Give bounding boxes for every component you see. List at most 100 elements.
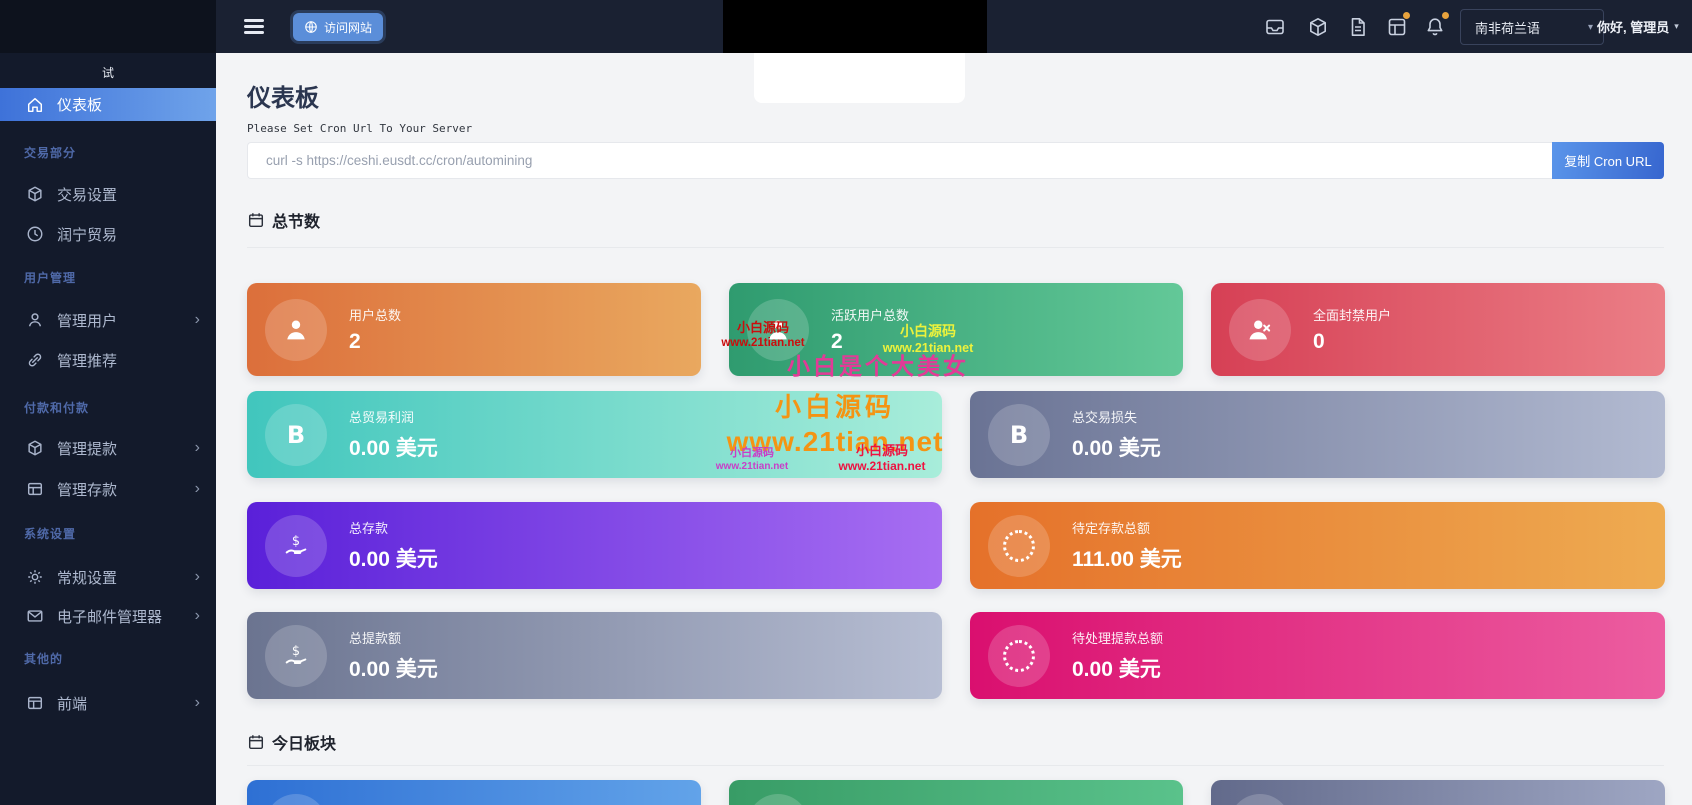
admin-dashboard: 试 仪表板 交易部分 交易设置 润宁贸易 用户管理 管理用户 — [0, 0, 1692, 805]
language-selector[interactable]: 南非荷兰语 ▾ — [1460, 9, 1604, 45]
stat-value: 2 — [831, 330, 909, 354]
stat-card-today-1 — [247, 780, 701, 805]
stats-row-4: $ 总提款额 0.00 美元 待处理提款总额 0.00 美元 — [247, 612, 1665, 699]
chevron-right-icon: › — [195, 440, 200, 456]
stat-value: 2 — [349, 330, 401, 354]
stat-value: 0.00 美元 — [349, 432, 438, 462]
cube-icon — [26, 185, 44, 203]
stat-label: 总交易损失 — [1072, 407, 1161, 426]
sidebar-item-label: 常规设置 — [57, 567, 117, 588]
sidebar-section-users: 用户管理 — [24, 262, 76, 292]
svg-text:$: $ — [292, 643, 300, 658]
table-icon[interactable] — [1386, 16, 1408, 38]
stat-label: 待定存款总额 — [1072, 518, 1182, 537]
sidebar-item-label: 润宁贸易 — [57, 224, 117, 245]
sidebar-item-label: 前端 — [57, 693, 87, 714]
calendar-icon — [247, 733, 265, 751]
stat-icon-circle — [747, 794, 809, 805]
clock-icon — [26, 225, 44, 243]
stat-label: 总提款额 — [349, 628, 438, 647]
hand-dollar-icon: $ — [265, 515, 327, 577]
stat-label: 总贸易利润 — [349, 407, 438, 426]
sidebar-item-manage-referral[interactable]: 管理推荐 — [0, 345, 216, 375]
stats-row-3: $ 总存款 0.00 美元 待定存款总额 111.00 美元 — [247, 502, 1665, 589]
stat-card-banned-users: 全面封禁用户 0 — [1211, 283, 1665, 376]
sidebar-item-email-manager[interactable]: 电子邮件管理器 › — [0, 601, 216, 631]
document-icon[interactable] — [1347, 16, 1369, 38]
chevron-right-icon: › — [195, 695, 200, 711]
mail-icon — [26, 607, 44, 625]
user-icon — [26, 311, 44, 329]
sidebar-item-frontend[interactable]: 前端 › — [0, 688, 216, 718]
sidebar-item-label: 管理推荐 — [57, 350, 117, 371]
sidebar-item-runing-trade[interactable]: 润宁贸易 — [0, 219, 216, 249]
sidebar-item-label: 管理用户 — [57, 310, 117, 331]
stat-card-total-withdraw: $ 总提款额 0.00 美元 — [247, 612, 942, 699]
stats-row-1: 用户总数 2 活跃用户总数 2 全面封禁用户 0 — [247, 283, 1665, 376]
user-menu[interactable]: 你好, 管理员 ▾ — [1597, 17, 1679, 36]
sidebar-section-payments: 付款和付款 — [24, 392, 89, 422]
sidebar-item-label: 管理提款 — [57, 438, 117, 459]
link-icon — [26, 351, 44, 369]
sidebar-item-trade-settings[interactable]: 交易设置 — [0, 179, 216, 209]
user-x-icon — [1229, 299, 1291, 361]
redacted-logo-block — [723, 0, 987, 53]
stat-icon-circle — [1229, 794, 1291, 805]
divider — [247, 247, 1664, 248]
stat-value: 0 — [1313, 330, 1391, 354]
sidebar-item-label: 交易设置 — [57, 184, 117, 205]
section-header-totals: 总节数 — [247, 208, 320, 232]
stat-label: 待处理提款总额 — [1072, 628, 1163, 647]
main-content: 仪表板 Please Set Cron Url To Your Server 复… — [216, 53, 1692, 805]
sidebar-item-label: 仪表板 — [57, 94, 102, 115]
stats-row-today — [247, 780, 1665, 805]
sidebar-item-general-settings[interactable]: 常规设置 › — [0, 562, 216, 592]
caret-down-icon: ▾ — [1588, 22, 1593, 33]
sidebar-item-dashboard[interactable]: 仪表板 — [0, 88, 216, 121]
stat-value: 0.00 美元 — [349, 653, 438, 683]
bell-icon[interactable] — [1424, 16, 1446, 38]
sidebar-item-manage-deposits[interactable]: 管理存款 › — [0, 474, 216, 504]
chevron-right-icon: › — [195, 312, 200, 328]
caret-down-icon: ▾ — [1674, 21, 1679, 32]
cube-icon — [26, 439, 44, 457]
page-title: 仪表板 — [247, 78, 319, 113]
stat-card-pending-withdraw: 待处理提款总额 0.00 美元 — [970, 612, 1665, 699]
stat-value: 111.00 美元 — [1072, 543, 1182, 573]
menu-toggle-icon[interactable] — [244, 19, 264, 34]
section-header-today: 今日板块 — [247, 730, 336, 754]
sidebar-item-manage-withdrawals[interactable]: 管理提款 › — [0, 433, 216, 463]
cron-url-input[interactable] — [247, 142, 1552, 179]
copy-cron-url-button[interactable]: 复制 Cron URL — [1552, 142, 1664, 179]
divider — [247, 765, 1664, 766]
hand-dollar-icon: $ — [265, 625, 327, 687]
layout-icon — [26, 694, 44, 712]
chevron-right-icon: › — [195, 608, 200, 624]
stat-card-today-3 — [1211, 780, 1665, 805]
stat-icon-circle — [265, 794, 327, 805]
section-title: 今日板块 — [272, 730, 336, 754]
stat-card-active-users: 活跃用户总数 2 — [729, 283, 1183, 376]
stat-value: 0.00 美元 — [349, 543, 438, 573]
box-icon[interactable] — [1307, 16, 1329, 38]
table-badge-dot — [1403, 12, 1410, 19]
inbox-icon[interactable] — [1264, 16, 1286, 38]
sidebar: 试 仪表板 交易部分 交易设置 润宁贸易 用户管理 管理用户 — [0, 0, 216, 805]
language-value: 南非荷兰语 — [1475, 18, 1540, 37]
stat-label: 总存款 — [349, 518, 438, 537]
visit-site-button[interactable]: 访问网站 — [293, 13, 383, 41]
cron-url-group: 复制 Cron URL — [247, 142, 1664, 179]
section-title: 总节数 — [272, 208, 320, 232]
sidebar-item-manage-users[interactable]: 管理用户 › — [0, 305, 216, 335]
user-icon — [747, 299, 809, 361]
bell-badge-dot — [1442, 12, 1449, 19]
calendar-icon — [247, 211, 265, 229]
stat-value: 0.00 美元 — [1072, 653, 1163, 683]
home-icon — [26, 96, 44, 114]
cron-hint-text: Please Set Cron Url To Your Server — [247, 122, 472, 135]
stat-card-trade-loss: B 总交易损失 0.00 美元 — [970, 391, 1665, 478]
redacted-panel-block — [754, 53, 965, 103]
sidebar-item-label: 管理存款 — [57, 479, 117, 500]
chevron-right-icon: › — [195, 569, 200, 585]
user-greeting: 你好, 管理员 — [1597, 17, 1669, 36]
